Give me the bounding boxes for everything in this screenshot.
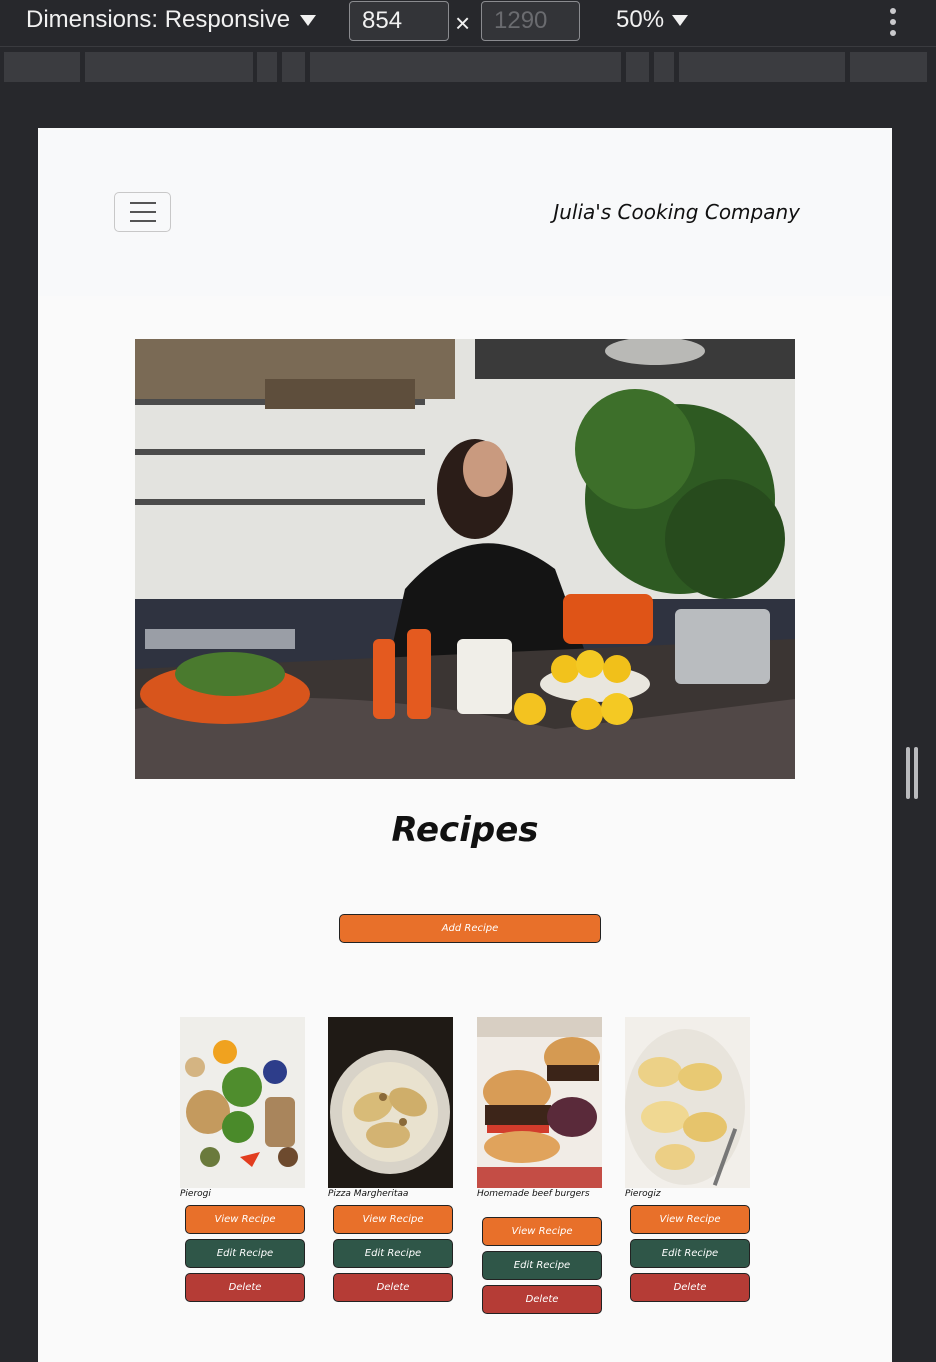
edit-recipe-button[interactable]: Edit Recipe (630, 1239, 750, 1268)
media-query-segment[interactable] (282, 52, 305, 82)
delete-recipe-button[interactable]: Delete (482, 1285, 602, 1314)
recipe-name: Homemade beef burgers (477, 1189, 590, 1199)
view-recipe-button[interactable]: View Recipe (333, 1205, 453, 1234)
add-recipe-button[interactable]: Add Recipe (339, 914, 601, 943)
height-input[interactable] (481, 1, 580, 41)
view-recipe-button[interactable]: View Recipe (630, 1205, 750, 1234)
media-query-segment[interactable] (85, 52, 253, 82)
page-viewport: Julia's Cooking Company Recipes Add Reci… (38, 128, 892, 1362)
recipe-name: Pizza Margheritaa (328, 1189, 409, 1199)
recipe-image[interactable] (180, 1017, 305, 1188)
edit-recipe-button[interactable]: Edit Recipe (185, 1239, 305, 1268)
dimensions-dropdown[interactable]: Dimensions: Responsive (26, 6, 317, 34)
media-query-segment[interactable] (4, 52, 80, 82)
media-query-segment[interactable] (310, 52, 621, 82)
delete-recipe-button[interactable]: Delete (185, 1273, 305, 1302)
more-options-icon[interactable] (886, 8, 900, 36)
view-recipe-button[interactable]: View Recipe (482, 1217, 602, 1246)
devtools-side-gutter (892, 128, 936, 1362)
devtools-toolbar: Dimensions: Responsive × 50% (0, 0, 936, 47)
navbar: Julia's Cooking Company (38, 128, 892, 296)
recipe-card: Homemade beef burgers View Recipe Edit R… (477, 1017, 602, 1314)
zoom-dropdown[interactable]: 50% (616, 6, 689, 34)
brand-name[interactable]: Julia's Cooking Company (553, 200, 800, 224)
zoom-label: 50% (616, 6, 665, 33)
recipe-image[interactable] (625, 1017, 750, 1188)
recipe-name: Pierogi (180, 1189, 211, 1199)
recipe-card: Pierogiz View Recipe Edit Recipe Delete (625, 1017, 750, 1302)
media-query-segment[interactable] (850, 52, 927, 82)
media-query-bar (0, 48, 936, 86)
delete-recipe-button[interactable]: Delete (333, 1273, 453, 1302)
recipe-image[interactable] (328, 1017, 453, 1188)
media-query-segment[interactable] (679, 52, 845, 82)
media-query-segment[interactable] (257, 52, 277, 82)
dimensions-label: Dimensions: Responsive (26, 6, 291, 33)
times-icon: × (455, 8, 471, 38)
edit-recipe-button[interactable]: Edit Recipe (333, 1239, 453, 1268)
recipe-card: Pierogi View Recipe Edit Recipe Delete (180, 1017, 305, 1302)
resize-handle[interactable] (905, 747, 919, 799)
recipe-name: Pierogiz (625, 1189, 661, 1199)
width-input[interactable] (349, 1, 449, 41)
recipe-image[interactable] (477, 1017, 602, 1188)
page-title: Recipes (391, 810, 539, 850)
media-query-segment[interactable] (654, 52, 674, 82)
hamburger-menu-icon[interactable] (114, 192, 171, 232)
edit-recipe-button[interactable]: Edit Recipe (482, 1251, 602, 1280)
delete-recipe-button[interactable]: Delete (630, 1273, 750, 1302)
chevron-down-icon (300, 14, 317, 26)
view-recipe-button[interactable]: View Recipe (185, 1205, 305, 1234)
recipe-card: Pizza Margheritaa View Recipe Edit Recip… (328, 1017, 453, 1302)
hero-image (135, 339, 795, 779)
media-query-segment[interactable] (626, 52, 649, 82)
chevron-down-icon (672, 14, 689, 26)
